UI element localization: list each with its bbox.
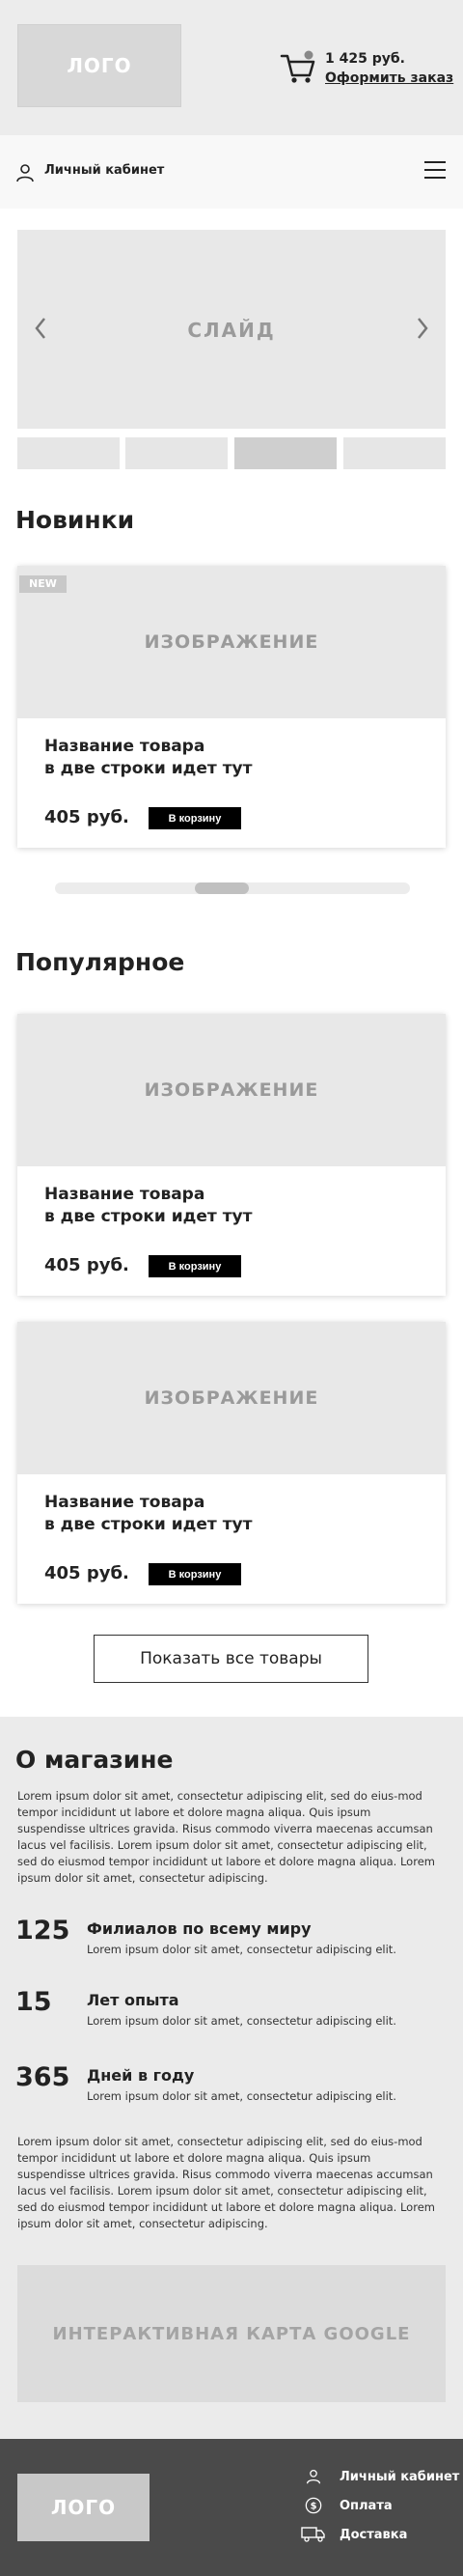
slider-thumb[interactable]: [343, 437, 446, 469]
about-text: Lorem ipsum dolor sit amet, consectetur …: [17, 1789, 435, 1885]
account-bar: Личный кабинет: [0, 135, 463, 209]
stat-number: 365: [15, 2062, 70, 2092]
account-link[interactable]: Личный кабинет: [44, 163, 164, 178]
footer-link-payment[interactable]: $ Оплата: [299, 2495, 393, 2516]
google-map[interactable]: ИНТЕРАКТИВНАЯ КАРТА GOOGLE: [17, 2265, 446, 2402]
add-to-cart-button[interactable]: В корзину: [149, 807, 241, 829]
slider-thumb[interactable]: [17, 437, 120, 469]
show-all-products-button[interactable]: Показать все товары: [94, 1635, 368, 1683]
stat-title: Лет опыта: [87, 1991, 179, 2009]
new-section-title: Новинки: [15, 506, 135, 534]
product-image[interactable]: ИЗОБРАЖЕНИЕ: [17, 1014, 446, 1166]
stat-number: 125: [15, 1916, 70, 1946]
product-image[interactable]: ИЗОБРАЖЕНИЕ: [17, 566, 446, 718]
footer-link-delivery[interactable]: Доставка: [299, 2524, 407, 2545]
user-icon: [306, 2469, 321, 2484]
checkout-link[interactable]: Оформить заказ: [325, 69, 453, 88]
slide-label: СЛАЙД: [187, 319, 276, 342]
stat-number: 15: [15, 1987, 52, 2017]
header: ЛОГО 1 425 руб. Оформить заказ: [0, 0, 463, 135]
product-title[interactable]: Название товара в две строки идет тут: [44, 736, 411, 780]
footer-link-label: Оплата: [340, 2498, 393, 2513]
stat-title: Филиалов по всему миру: [87, 1919, 312, 1938]
about-title: О магазине: [15, 1746, 174, 1774]
footer-link-label: Доставка: [340, 2527, 408, 2542]
product-title[interactable]: Название товара в две строки идет тут: [44, 1492, 411, 1536]
product-image[interactable]: ИЗОБРАЖЕНИЕ: [17, 1322, 446, 1474]
logo[interactable]: ЛОГО: [17, 24, 181, 107]
slider-thumb[interactable]: [125, 437, 228, 469]
product-card[interactable]: ИЗОБРАЖЕНИЕ Название товара в две строки…: [17, 1014, 446, 1296]
about-text-secondary: Lorem ipsum dolor sit amet, consectetur …: [17, 2135, 435, 2230]
product-price: 405 руб.: [44, 807, 129, 827]
stat-title: Дней в году: [87, 2066, 195, 2085]
truck-icon: [301, 2527, 325, 2542]
cart-info: 1 425 руб. Оформить заказ: [325, 49, 453, 88]
new-badge: NEW: [19, 575, 67, 593]
add-to-cart-button[interactable]: В корзину: [149, 1563, 241, 1585]
stat-description: Lorem ipsum dolor sit amet, consectetur …: [87, 1943, 396, 1956]
cart-icon[interactable]: [280, 50, 316, 85]
add-to-cart-button[interactable]: В корзину: [149, 1255, 241, 1277]
slider-thumb-active[interactable]: [234, 437, 337, 469]
cart-total: 1 425 руб.: [325, 51, 405, 67]
dollar-icon: $: [305, 2497, 322, 2514]
about-section: О магазине Lorem ipsum dolor sit amet, c…: [0, 1717, 463, 2439]
product-title[interactable]: Название товара в две строки идет тут: [44, 1184, 411, 1228]
slider-thumbnails: [17, 437, 446, 469]
footer-link-label: Личный кабинет: [340, 2469, 460, 2484]
product-card[interactable]: ИЗОБРАЖЕНИЕ Название товара в две строки…: [17, 1322, 446, 1604]
footer-logo[interactable]: ЛОГО: [17, 2474, 150, 2541]
footer-link-account[interactable]: Личный кабинет: [299, 2466, 459, 2487]
product-card[interactable]: ИЗОБРАЖЕНИЕ NEW Название товара в две ст…: [17, 566, 446, 848]
chevron-right-icon[interactable]: [413, 315, 432, 342]
popular-section-title: Популярное: [15, 948, 185, 976]
product-price: 405 руб.: [44, 1563, 129, 1583]
scrollbar-thumb[interactable]: [195, 882, 249, 894]
product-price: 405 руб.: [44, 1255, 129, 1275]
svg-text:$: $: [311, 2502, 317, 2512]
carousel-scrollbar[interactable]: [55, 882, 410, 894]
footer: ЛОГО Личный кабинет $ Оплата Доставка: [0, 2439, 463, 2576]
stat-description: Lorem ipsum dolor sit amet, consectetur …: [87, 2014, 396, 2028]
hero-slider: СЛАЙД: [17, 230, 446, 429]
user-icon[interactable]: [15, 163, 35, 182]
menu-icon[interactable]: [424, 161, 446, 181]
stat-description: Lorem ipsum dolor sit amet, consectetur …: [87, 2089, 396, 2103]
